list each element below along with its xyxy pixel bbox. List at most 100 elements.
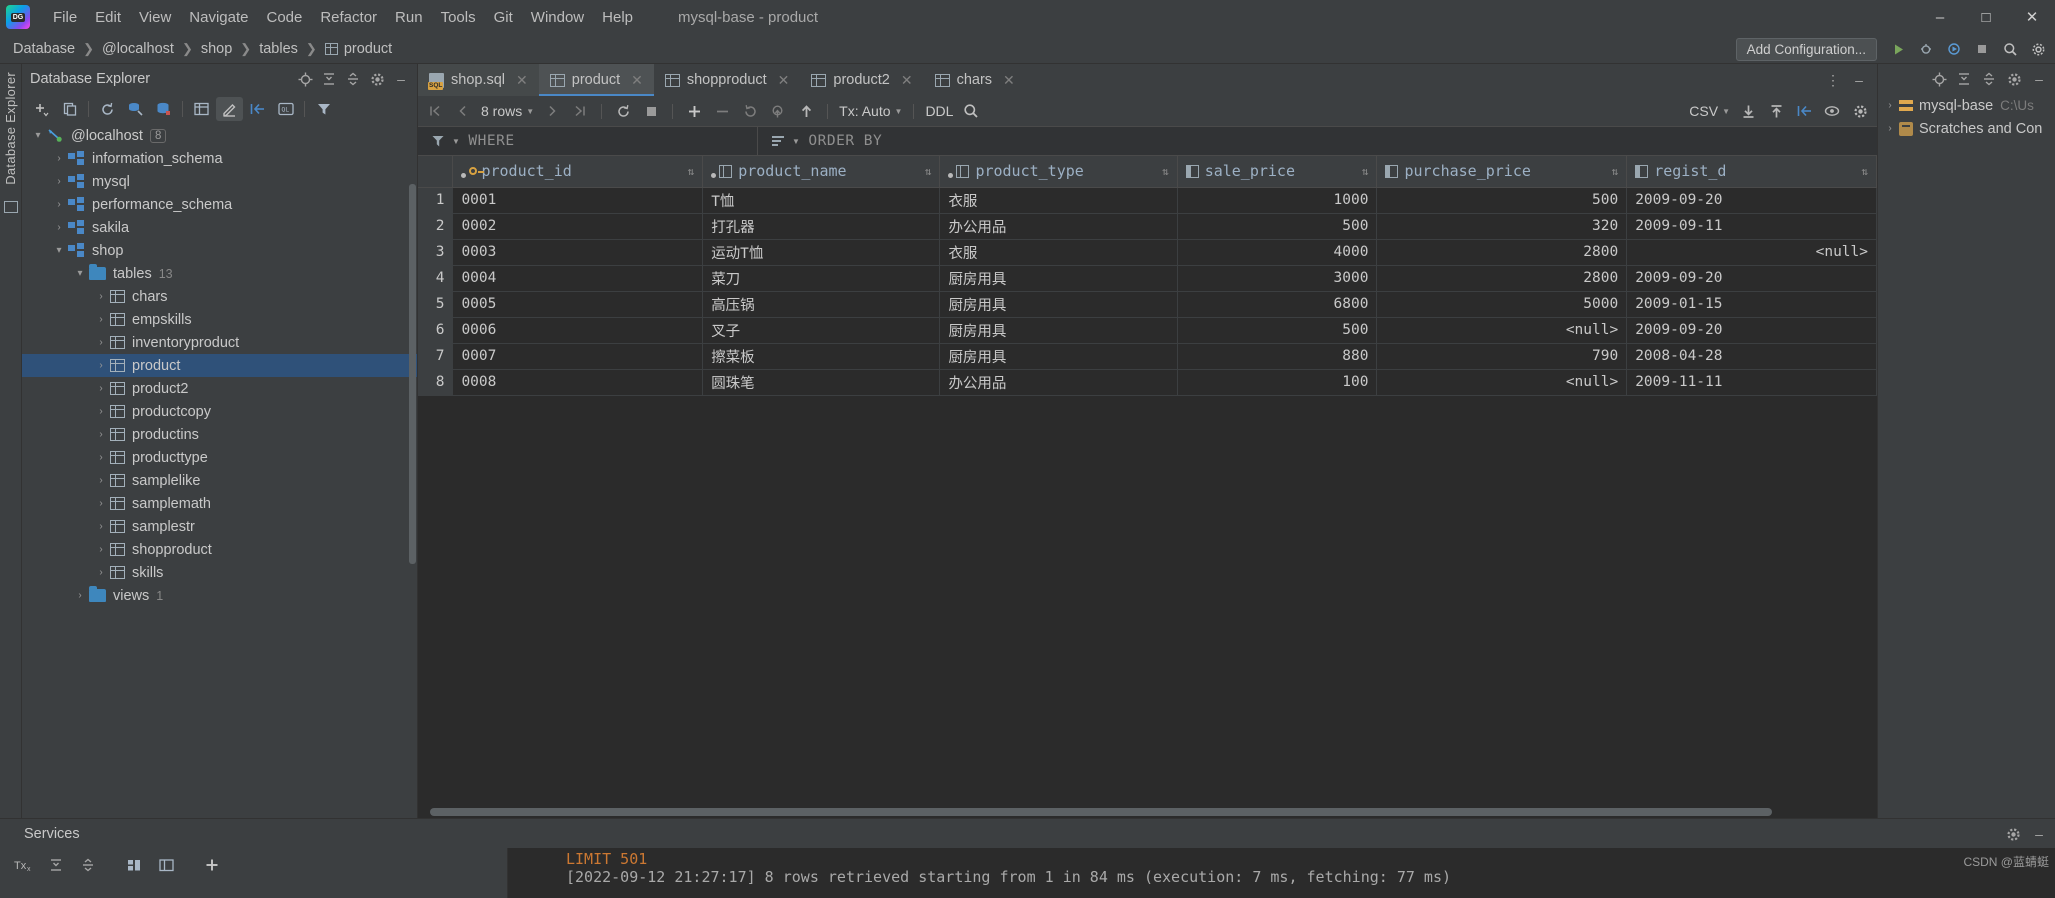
menu-tools[interactable]: Tools bbox=[432, 6, 485, 29]
tree-node-views[interactable]: › views 1 bbox=[22, 584, 417, 607]
tree-node-skills[interactable]: › skills bbox=[22, 561, 417, 584]
breadcrumb-localhost[interactable]: @localhost bbox=[99, 39, 177, 59]
add-configuration-button[interactable]: Add Configuration... bbox=[1735, 38, 1877, 61]
cell-regist-date[interactable]: 2009-09-20 bbox=[1626, 187, 1877, 214]
chevron-down-icon[interactable]: ▾ bbox=[74, 268, 86, 279]
cell-product-name[interactable]: 叉子 bbox=[702, 317, 941, 344]
menu-git[interactable]: Git bbox=[485, 6, 522, 29]
reload-page-icon[interactable] bbox=[610, 99, 636, 123]
breadcrumb-product[interactable]: product bbox=[322, 39, 395, 59]
cell-regist-date[interactable]: 2009-09-20 bbox=[1626, 317, 1877, 344]
hide-services-icon[interactable]: – bbox=[2027, 822, 2051, 846]
chevron-right-icon[interactable]: › bbox=[95, 337, 107, 348]
sort-toggle-icon[interactable]: ⇅ bbox=[1861, 165, 1868, 178]
column-header-sale_price[interactable]: sale_price ⇅ bbox=[1177, 156, 1378, 188]
table-row[interactable]: 1 0001 T恤 衣服 1000 500 2009-09-20 bbox=[418, 187, 1877, 214]
cell-product-type[interactable]: 厨房用具 bbox=[939, 343, 1178, 370]
chevron-right-icon[interactable]: › bbox=[95, 291, 107, 302]
chevron-right-icon[interactable]: › bbox=[53, 222, 65, 233]
modify-table-icon[interactable] bbox=[1791, 99, 1817, 123]
edit-icon[interactable] bbox=[216, 97, 243, 121]
tree-node-productcopy[interactable]: › productcopy bbox=[22, 400, 417, 423]
cell-purchase-price[interactable]: <null> bbox=[1376, 317, 1628, 344]
cell-product-type[interactable]: 衣服 bbox=[939, 187, 1178, 214]
tree-node-productins[interactable]: › productins bbox=[22, 423, 417, 446]
first-page-icon[interactable] bbox=[422, 99, 448, 123]
collapse-all-icon[interactable] bbox=[1977, 67, 2001, 91]
editor-tab-product2[interactable]: product2 ✕ bbox=[800, 64, 923, 96]
target-icon[interactable] bbox=[293, 67, 317, 91]
hide-panel-icon[interactable]: – bbox=[2027, 67, 2051, 91]
menu-help[interactable]: Help bbox=[593, 6, 642, 29]
editor-tab-product[interactable]: product ✕ bbox=[538, 64, 654, 96]
cell-regist-date[interactable]: <null> bbox=[1626, 239, 1877, 266]
hide-editor-icon[interactable]: – bbox=[1847, 68, 1871, 92]
menu-run[interactable]: Run bbox=[386, 6, 432, 29]
cell-regist-date[interactable]: 2009-11-11 bbox=[1626, 369, 1877, 396]
menu-file[interactable]: File bbox=[44, 6, 86, 29]
chevron-right-icon[interactable]: › bbox=[53, 176, 65, 187]
sort-toggle-icon[interactable]: ⇅ bbox=[1362, 165, 1369, 178]
tree-node-tables[interactable]: ▾ tables 13 bbox=[22, 262, 417, 285]
run-icon[interactable] bbox=[1885, 36, 1911, 62]
tree-node-samplemath[interactable]: › samplemath bbox=[22, 492, 417, 515]
data-editor-icon[interactable] bbox=[188, 97, 215, 121]
add-icon[interactable] bbox=[28, 97, 55, 121]
stop-icon[interactable] bbox=[1969, 36, 1995, 62]
cell-product-name[interactable]: 擦菜板 bbox=[702, 343, 941, 370]
chevron-right-icon[interactable]: › bbox=[95, 383, 107, 394]
breadcrumb-shop[interactable]: shop bbox=[198, 39, 235, 59]
ddl-button[interactable]: DDL bbox=[922, 103, 956, 119]
debug-icon[interactable] bbox=[1913, 36, 1939, 62]
view-as-icon[interactable] bbox=[1819, 99, 1845, 123]
tree-node-performance-schema[interactable]: › performance_schema bbox=[22, 193, 417, 216]
sort-toggle-icon[interactable]: ⇅ bbox=[1612, 165, 1619, 178]
minimize-button[interactable]: – bbox=[1917, 0, 1963, 34]
chevron-right-icon[interactable]: › bbox=[53, 153, 65, 164]
panel-settings-gear-icon[interactable] bbox=[365, 67, 389, 91]
cell-product-name[interactable]: 高压锅 bbox=[702, 291, 941, 318]
cell-purchase-price[interactable]: 500 bbox=[1376, 187, 1628, 214]
table-row[interactable]: 8 0008 圆珠笔 办公用品 100 <null> 2009-11-11 bbox=[418, 369, 1877, 396]
cell-sale-price[interactable]: 880 bbox=[1177, 343, 1378, 370]
chevron-right-icon[interactable]: › bbox=[95, 567, 107, 578]
copy-icon[interactable] bbox=[56, 97, 83, 121]
import-data-icon[interactable] bbox=[1763, 99, 1789, 123]
cell-product-name[interactable]: 运动T恤 bbox=[702, 239, 941, 266]
chevron-right-icon[interactable]: › bbox=[74, 590, 86, 601]
column-header-product_type[interactable]: product_type ⇅ bbox=[939, 156, 1178, 188]
chevron-right-icon[interactable]: › bbox=[95, 498, 107, 509]
cell-purchase-price[interactable]: 790 bbox=[1376, 343, 1628, 370]
close-tab-icon[interactable]: ✕ bbox=[516, 72, 528, 89]
tree-node-samplestr[interactable]: › samplestr bbox=[22, 515, 417, 538]
horizontal-scrollbar[interactable] bbox=[430, 808, 1772, 816]
more-tabs-icon[interactable]: ⋮ bbox=[1821, 68, 1845, 92]
cell-purchase-price[interactable]: 2800 bbox=[1376, 239, 1628, 266]
data-source-properties-icon[interactable] bbox=[122, 97, 149, 121]
tree-node-producttype[interactable]: › producttype bbox=[22, 446, 417, 469]
editor-tab-shopproduct[interactable]: shopproduct ✕ bbox=[654, 64, 801, 96]
cell-product-type[interactable]: 厨房用具 bbox=[939, 265, 1178, 292]
expand-all-icon[interactable] bbox=[1952, 67, 1976, 91]
tree-node-product[interactable]: › product bbox=[22, 354, 417, 377]
cell-purchase-price[interactable]: 2800 bbox=[1376, 265, 1628, 292]
chevron-right-icon[interactable]: › bbox=[95, 429, 107, 440]
maximize-button[interactable]: □ bbox=[1963, 0, 2009, 34]
cell-product-id[interactable]: 0003 bbox=[452, 239, 704, 266]
tree-node-shopproduct[interactable]: › shopproduct bbox=[22, 538, 417, 561]
export-data-icon[interactable] bbox=[1735, 99, 1761, 123]
submit-and-commit-icon[interactable] bbox=[765, 99, 791, 123]
run-with-coverage-icon[interactable] bbox=[1941, 36, 1967, 62]
table-row[interactable]: 3 0003 运动T恤 衣服 4000 2800 <null> bbox=[418, 239, 1877, 266]
collapse-all-icon[interactable] bbox=[74, 853, 102, 877]
result-data-grid[interactable]: product_id ⇅ product_name ⇅ product_type ⇅ sal… bbox=[418, 156, 1877, 818]
cell-product-name[interactable]: T恤 bbox=[702, 187, 941, 214]
database-tree[interactable]: ▾ @localhost 8 › information_schema › mysql › pe… bbox=[22, 124, 417, 818]
console-output[interactable]: LIMIT 501 [2022-09-12 21:27:17] 8 rows r… bbox=[508, 848, 2055, 898]
cell-product-type[interactable]: 厨房用具 bbox=[939, 317, 1178, 344]
tree-scrollbar[interactable] bbox=[409, 184, 416, 564]
collapse-all-icon[interactable] bbox=[341, 67, 365, 91]
chevron-right-icon[interactable]: › bbox=[95, 314, 107, 325]
where-filter[interactable]: ▼ WHERE bbox=[418, 127, 758, 155]
cell-sale-price[interactable]: 4000 bbox=[1177, 239, 1378, 266]
